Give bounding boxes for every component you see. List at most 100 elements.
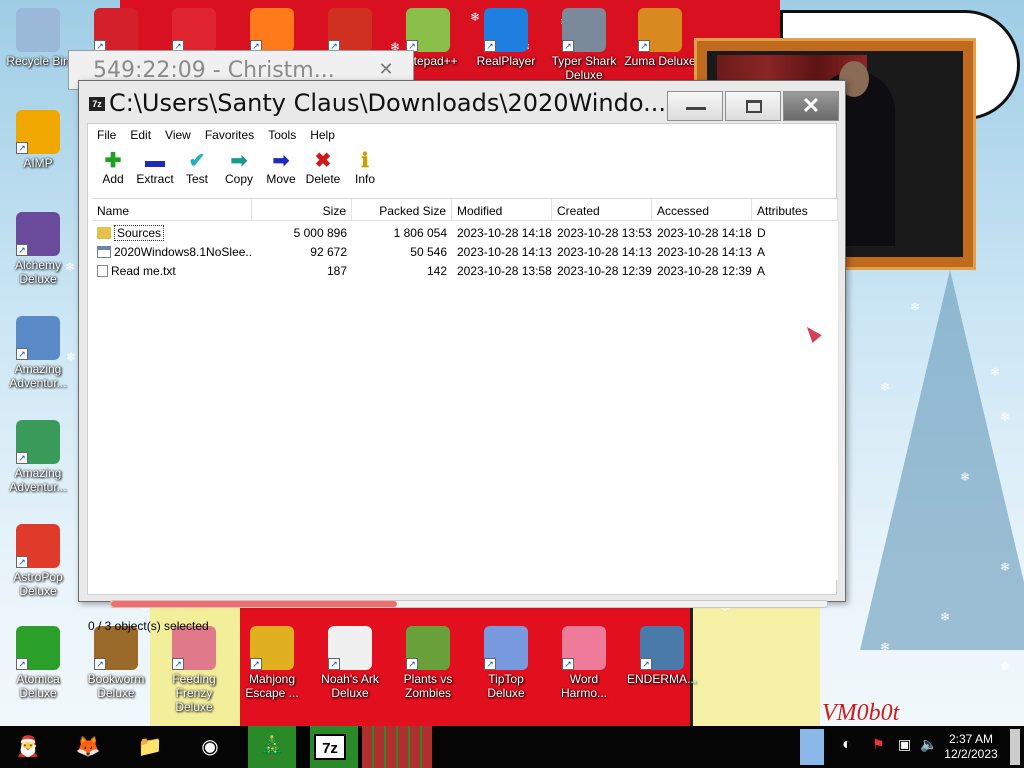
desktop-icon[interactable]: ↗ RealPlayer	[468, 8, 544, 68]
desktop-preview-thumb[interactable]	[800, 729, 824, 765]
move-button[interactable]: ➡ Move	[260, 146, 302, 194]
mahjong-icon: ↗	[250, 626, 294, 670]
desktop-icon[interactable]: ↗ Alchemy Deluxe	[0, 212, 76, 286]
cell-size: 92 672	[310, 245, 347, 259]
desktop-icon-label: Feeding Frenzy Deluxe	[172, 672, 216, 714]
desktop-icon[interactable]: ↗ Atomica Deluxe	[0, 626, 76, 700]
desktop-icon-label: ENDERMA...	[626, 672, 697, 686]
desktop-icon[interactable]: ↗ Typer Shark Deluxe	[546, 8, 622, 82]
shortcut-arrow-icon: ↗	[406, 658, 418, 670]
column-header-size[interactable]: Size	[252, 199, 352, 220]
volume-icon[interactable]: 🔈	[920, 736, 937, 768]
desktop-icon[interactable]: ↗ Feeding Frenzy Deluxe	[156, 626, 232, 714]
table-row[interactable]: Sources 5 000 896 1 806 054 2023-10-28 14:1…	[92, 223, 838, 242]
show-desktop-button[interactable]	[1010, 729, 1020, 765]
minimize-button[interactable]	[667, 91, 723, 121]
delete-button[interactable]: ✖ Delete	[302, 146, 344, 194]
test-check-icon: ✔	[188, 150, 206, 172]
christmas-tree-icon[interactable]: 🎄	[252, 729, 292, 765]
menu-edit[interactable]: Edit	[123, 124, 158, 146]
extract-button[interactable]: ▬ Extract	[134, 146, 176, 194]
desktop-icon[interactable]: ↗ Mahjong Escape ...	[234, 626, 310, 700]
desktop-icon[interactable]: ↗ ENDERMA...	[624, 626, 700, 686]
number-2-game-icon: ↗	[94, 8, 138, 52]
7zip-window[interactable]: 7z C:\Users\Santy Claus\Downloads\2020Wi…	[78, 80, 846, 633]
shortcut-arrow-icon: ↗	[16, 452, 28, 464]
info-button[interactable]: ℹ Info	[344, 146, 386, 194]
menu-tools[interactable]: Tools	[261, 124, 303, 146]
desktop-icon[interactable]: ↗ Bookworm Deluxe	[78, 626, 154, 700]
column-header-created[interactable]: Created	[552, 199, 652, 220]
copy-button[interactable]: ➡ Copy	[218, 146, 260, 194]
shortcut-arrow-icon: ↗	[562, 40, 574, 52]
menu-bar: File Edit View Favorites Tools Help	[88, 124, 836, 146]
desktop-icon[interactable]: ↗	[78, 8, 154, 54]
text-file-icon	[97, 265, 108, 277]
taskbar-clock[interactable]: 2:37 AM 12/2/2023	[936, 732, 1006, 762]
maximize-button[interactable]	[725, 91, 781, 121]
snowflake: ❄	[1000, 410, 1011, 424]
cell-created: 2023-10-28 12:39	[557, 264, 652, 278]
cell-accessed: 2023-10-28 12:39	[657, 264, 752, 278]
amazing-adventures-icon: ↗	[16, 316, 60, 360]
column-header-modified[interactable]: Modified	[452, 199, 552, 220]
file-name: 2020Windows8.1NoSlee...	[114, 245, 252, 259]
column-header-name[interactable]: Name	[92, 199, 252, 220]
7zip-taskbar-icon[interactable]: 7z	[314, 734, 346, 760]
timer-close-button[interactable]: ✕	[371, 59, 401, 81]
network-icon[interactable]: ▣	[898, 736, 911, 768]
desktop-icon-label: Mahjong Escape ...	[245, 672, 299, 700]
title-bar[interactable]: 7z C:\Users\Santy Claus\Downloads\2020Wi…	[79, 81, 845, 121]
desktop-icon[interactable]: ↗ Amazing Adventur...	[0, 420, 76, 494]
network-shield-icon[interactable]: ◐	[842, 736, 852, 768]
list-header: Name Size Packed Size Modified Created Access…	[92, 199, 838, 221]
japanese-gate-icon: ↗	[328, 8, 372, 52]
table-row[interactable]: Read me.txt 187 142 2023-10-28 13:58 2023-10…	[92, 261, 838, 280]
column-header-packed-size[interactable]: Packed Size	[352, 199, 452, 220]
snowflake: ❄	[880, 640, 891, 654]
close-button[interactable]: ✕	[783, 91, 839, 121]
table-row[interactable]: 2020Windows8.1NoSlee... 92 672 50 546 2023-…	[92, 242, 838, 261]
shortcut-arrow-icon: ↗	[16, 556, 28, 568]
cell-modified: 2023-10-28 13:58	[457, 264, 552, 278]
cell-modified: 2023-10-28 14:18	[457, 226, 552, 240]
desktop-icon[interactable]: ↗	[234, 8, 310, 54]
desktop-icon[interactable]: ↗	[312, 8, 388, 54]
add-button[interactable]: ✚ Add	[92, 146, 134, 194]
firefox-taskbar-icon[interactable]: 🦊	[68, 729, 108, 765]
desktop-icon[interactable]: ↗ AstroPop Deluxe	[0, 524, 76, 598]
column-header-attributes[interactable]: Attributes	[752, 199, 838, 220]
cell-attr: A	[757, 245, 766, 259]
santa-start-icon[interactable]: 🎅	[8, 729, 48, 765]
scrollbar-thumb[interactable]	[111, 601, 398, 607]
file-explorer-icon[interactable]: 📁	[130, 729, 170, 765]
toolbar-button-label: Add	[102, 172, 124, 186]
menu-help[interactable]: Help	[303, 124, 342, 146]
desktop-icon[interactable]: ↗	[156, 8, 232, 54]
clock-date: 12/2/2023	[944, 747, 998, 761]
desktop-icon[interactable]: ↗ Plants vs Zombies	[390, 626, 466, 700]
shortcut-arrow-icon: ↗	[484, 658, 496, 670]
file-list[interactable]: Name Size Packed Size Modified Created Access…	[92, 198, 838, 580]
firefox-icon: ↗	[250, 8, 294, 52]
test-button[interactable]: ✔ Test	[176, 146, 218, 194]
menu-file[interactable]: File	[90, 124, 123, 146]
desktop-icon[interactable]: Recycle Bin	[0, 8, 76, 68]
desktop-icon-label: Atomica Deluxe	[16, 672, 60, 700]
menu-view[interactable]: View	[158, 124, 198, 146]
desktop-icon[interactable]: ↗ TipTop Deluxe	[468, 626, 544, 700]
menu-favorites[interactable]: Favorites	[198, 124, 261, 146]
chrome-icon[interactable]: ◉	[190, 729, 230, 765]
desktop-icon[interactable]: ↗ Word Harmo...	[546, 626, 622, 700]
desktop-icon[interactable]: ↗ Noah's Ark Deluxe	[312, 626, 388, 700]
desktop-icon[interactable]: ↗ AIMP	[0, 110, 76, 170]
column-header-accessed[interactable]: Accessed	[652, 199, 752, 220]
desktop-icon[interactable]: ↗ Zuma Deluxe	[622, 8, 698, 68]
cell-name: Sources	[92, 223, 252, 242]
folder-icon	[97, 227, 111, 239]
window-thumb-icon[interactable]	[366, 729, 406, 765]
tiptop-icon: ↗	[484, 626, 528, 670]
action-center-flag-icon[interactable]: ⚑	[872, 736, 885, 768]
horizontal-scrollbar[interactable]	[110, 600, 828, 608]
desktop-icon[interactable]: ↗ Amazing Adventur...	[0, 316, 76, 390]
